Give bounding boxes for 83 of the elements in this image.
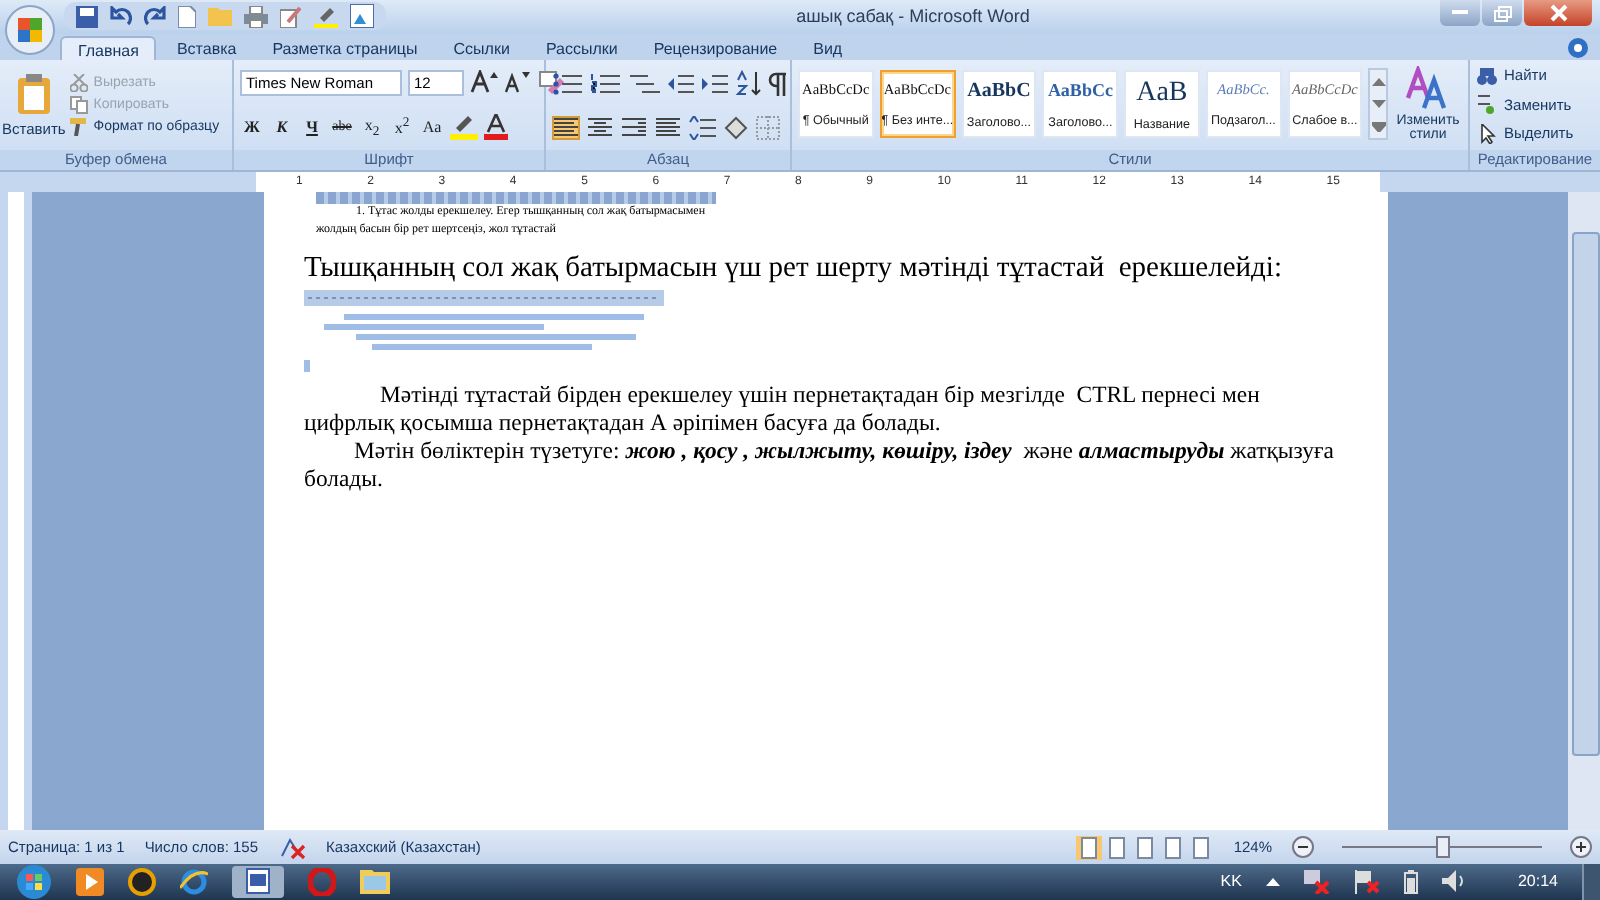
increase-indent-icon[interactable] [700,71,728,96]
decrease-indent-icon[interactable] [666,71,694,96]
ribbon-tab[interactable]: Ссылки [437,35,526,60]
grow-font-icon[interactable] [470,70,498,95]
ribbon-tab[interactable]: Главная [60,35,157,60]
font-color-icon[interactable] [484,113,508,140]
bullet-list-icon[interactable] [552,71,584,96]
align-button[interactable] [586,115,614,140]
window-title: ашық сабақ - Microsoft Word [794,6,1032,27]
align-button[interactable] [654,115,682,140]
help-icon[interactable] [1568,37,1588,58]
clipboard-icon [15,71,52,116]
sort-icon[interactable] [734,70,762,97]
media-app-icon[interactable] [128,867,156,896]
flag-icon[interactable] [1353,869,1380,894]
browser-icon[interactable] [180,867,208,896]
network-icon[interactable] [1303,869,1330,894]
ribbon-tab[interactable]: Рассылки [529,35,634,60]
more-icon [1371,121,1386,132]
letters-icon [1406,66,1450,111]
pilcrow-icon[interactable] [768,71,788,96]
shrink-font-icon[interactable] [504,70,532,95]
document-icon [246,868,270,895]
redo-icon[interactable] [144,5,166,28]
view-mode-icon[interactable] [1159,835,1186,859]
align-button[interactable] [620,115,648,140]
caret-up-icon [1371,77,1386,86]
caret-down-icon [1371,99,1386,108]
start-button[interactable] [16,863,52,900]
new-document-icon[interactable] [178,5,196,28]
restore-icon [1493,5,1511,21]
format-button[interactable]: Aa [420,114,444,139]
speaker-icon[interactable] [1441,870,1466,893]
binoculars-icon [1476,65,1498,86]
show-desktop-button[interactable] [1582,863,1600,900]
undo-icon[interactable] [110,5,132,28]
copy-icon [69,95,88,114]
media-player-icon[interactable] [76,867,104,896]
format-button[interactable]: Ч [300,114,324,139]
view-mode-icon[interactable] [1187,835,1214,859]
replace-icon [1476,94,1498,115]
gallery-scrollbar[interactable] [1368,68,1388,141]
word-taskbar-button[interactable] [232,865,284,898]
input-language[interactable]: KK [1220,872,1242,891]
picture-icon[interactable] [350,4,374,29]
folder-icon[interactable] [360,868,390,895]
multilevel-list-icon[interactable] [628,71,660,96]
format-button[interactable]: x$_{2}$ [360,114,384,139]
spellcheck-icon[interactable] [278,835,307,859]
brush-icon [69,117,88,136]
pencil-icon[interactable] [280,5,302,28]
line-spacing-icon[interactable] [688,115,716,140]
caret-up-icon[interactable] [1265,877,1280,886]
format-button[interactable]: К [270,114,294,139]
heading-text: Тышқанның сол жақ батырмасын үш рет шерту мәтінді тұтастай ерекшелейді: [304,251,1284,286]
zoom-in-icon[interactable] [1570,836,1592,858]
paint-bucket-icon[interactable] [722,115,750,140]
vertical-scrollbar[interactable] [1568,191,1600,831]
numbered-list-icon[interactable] [590,71,622,96]
ribbon-tab[interactable]: Вставка [160,35,253,60]
printer-icon[interactable] [244,5,268,28]
scissors-icon [69,73,88,92]
view-mode-icon[interactable] [1075,835,1102,859]
clock[interactable]: 20:14 [1517,872,1558,891]
ribbon-tab[interactable]: Разметка страницы [256,35,434,60]
highlighter-icon[interactable] [314,5,338,28]
ribbon-tab[interactable]: Рецензирование [637,35,794,60]
battery-icon[interactable] [1403,869,1418,894]
close-icon [1549,4,1567,22]
paragraph-text: Мәтін бөліктерін түзетуге: жою , қосу , жылжыту, көшіру, іздеу және алмастыруды жатқызуға болады. [304,437,1336,494]
highlighter-icon[interactable] [450,113,478,140]
format-button[interactable]: Ж [240,114,264,139]
ribbon-tab[interactable]: Вид [797,35,859,60]
format-button[interactable]: x$^{2}$ [390,114,414,139]
close-button[interactable] [1524,0,1592,26]
cursor-icon [1476,123,1498,144]
save-icon[interactable] [76,5,98,28]
minimize-icon [1452,10,1468,16]
align-button[interactable] [552,115,580,140]
paragraph-text: Мәтінді тұтастай бірден ерекшелеу үшін пернетақтадан бір мезгілде CTRL пернесі мен цифрлық қосымша пернетақтадан А әріпімен басуға да болады. [304,381,1262,438]
zoom-out-icon[interactable] [1292,836,1314,858]
view-mode-icon[interactable] [1131,835,1158,859]
view-mode-icon[interactable] [1103,835,1130,859]
